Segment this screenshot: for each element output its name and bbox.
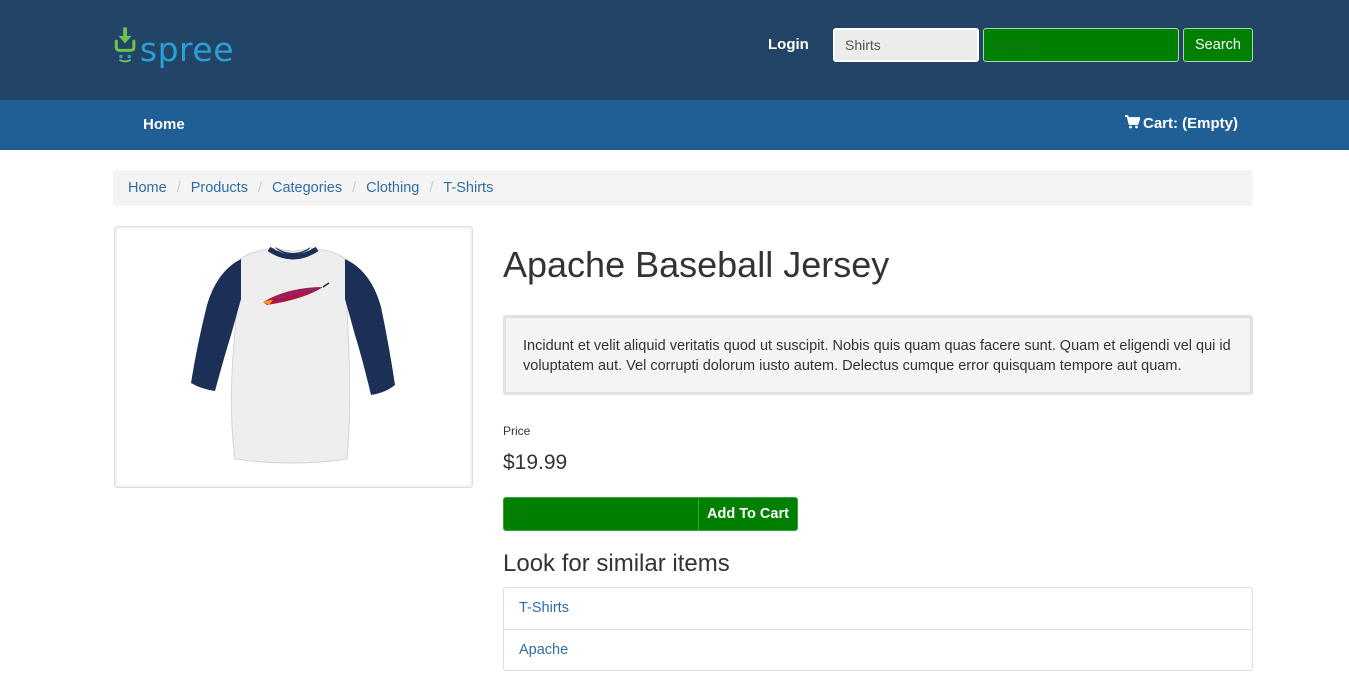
login-link[interactable]: Login: [768, 36, 809, 53]
product-description: Incidunt et velit aliquid veritatis quod…: [503, 315, 1253, 395]
breadcrumb-t-shirts[interactable]: T-Shirts: [443, 180, 493, 196]
similar-item-link[interactable]: T-Shirts: [519, 600, 569, 616]
cart-label: Cart: (Empty): [1142, 115, 1238, 132]
spree-logo[interactable]: spree: [114, 22, 234, 68]
breadcrumb-categories[interactable]: Categories: [272, 180, 342, 196]
breadcrumb-separator: /: [176, 180, 181, 196]
spree-logo-icon: [114, 27, 136, 63]
main-navbar: Home Cart: (Empty): [0, 100, 1349, 150]
shopping-cart-icon: [1124, 114, 1140, 128]
breadcrumb: Home / Products / Categories / Clothing …: [113, 170, 1253, 206]
search-input[interactable]: [983, 28, 1179, 62]
breadcrumb-clothing[interactable]: Clothing: [366, 180, 419, 196]
cart-link[interactable]: Cart: (Empty): [1124, 114, 1238, 132]
breadcrumb-separator: /: [257, 180, 262, 196]
breadcrumb-separator: /: [352, 180, 357, 196]
similar-items-heading: Look for similar items: [503, 550, 730, 577]
quantity-input[interactable]: [503, 497, 699, 531]
baseball-jersey-image: [191, 246, 395, 464]
product-price: $19.99: [503, 451, 568, 474]
breadcrumb-products[interactable]: Products: [191, 180, 248, 196]
add-to-cart-button[interactable]: Add To Cart: [698, 497, 798, 531]
product-image[interactable]: [114, 226, 473, 488]
product-title: Apache Baseball Jersey: [503, 244, 890, 285]
logo-text: spree: [139, 30, 234, 69]
site-header: spree Login Shirts Search: [0, 0, 1349, 100]
price-label: Price: [503, 424, 531, 438]
similar-items-list: T-Shirts Apache: [503, 587, 1253, 671]
taxon-select[interactable]: Shirts: [833, 28, 979, 62]
similar-item-link[interactable]: Apache: [519, 642, 568, 658]
list-item: Apache: [504, 629, 1252, 670]
breadcrumb-separator: /: [429, 180, 434, 196]
list-item: T-Shirts: [504, 588, 1252, 629]
breadcrumb-home[interactable]: Home: [128, 180, 167, 196]
nav-home-link[interactable]: Home: [143, 116, 185, 133]
search-button[interactable]: Search: [1183, 28, 1253, 62]
